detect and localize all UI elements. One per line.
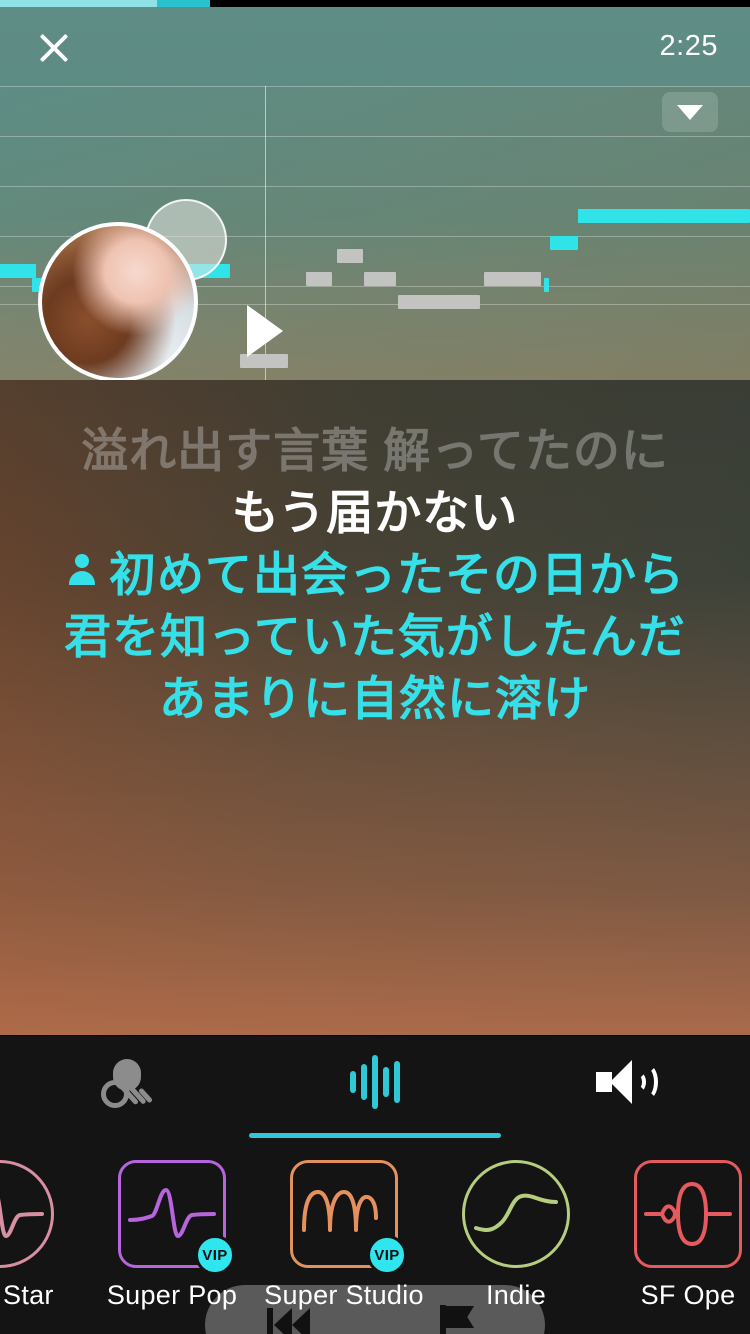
effect-thumbnail [634, 1160, 742, 1268]
grid-line [0, 86, 750, 87]
singer-part-icon [65, 553, 99, 587]
lyrics-list: 溢れ出す言葉 解ってたのに もう届かない初めて出会ったその日から君を知っていた気が… [0, 420, 750, 730]
speaker-volume-icon [594, 1056, 658, 1108]
tab-voice[interactable] [249, 1036, 501, 1146]
pitch-note [0, 264, 36, 278]
pitch-note [306, 272, 332, 286]
bottom-tab-bar [0, 1036, 750, 1146]
tab-active-indicator [249, 1133, 501, 1138]
chevron-down-icon[interactable] [662, 92, 718, 132]
voice-waveform-icon [350, 1055, 400, 1109]
lyric-text: 溢れ出す言葉 解ってたのに [81, 424, 669, 477]
lyric-text: あまりに自然に溶け [159, 672, 591, 725]
pitch-note [398, 295, 480, 309]
pitch-note [484, 272, 541, 286]
effect-thumbnail [462, 1160, 570, 1268]
pitch-note [544, 278, 549, 292]
pitch-note [364, 272, 396, 286]
effect-item[interactable]: SF Ope [602, 1146, 750, 1311]
flag-button[interactable] [375, 1305, 545, 1334]
effect-thumbnail: VIP [118, 1160, 235, 1275]
tab-volume[interactable] [500, 1036, 750, 1146]
singer-avatar [38, 222, 198, 380]
effect-thumbnail: VIP [290, 1160, 407, 1275]
lyric-line: 溢れ出す言葉 解ってたのに [0, 420, 750, 482]
lyric-text: 君を知っていた気がしたんだ [64, 610, 686, 663]
pitch-note [578, 209, 750, 223]
tab-effects[interactable] [0, 1036, 250, 1146]
song-progress-bar[interactable] [0, 0, 750, 7]
effect-thumbnail [0, 1160, 54, 1268]
effect-label: SF Ope [640, 1280, 736, 1310]
lyric-text: もう届かない [231, 486, 519, 539]
restart-button[interactable] [205, 1306, 375, 1334]
lyric-line: 初めて出会ったその日から [0, 544, 750, 606]
playback-controls-pill [205, 1285, 545, 1334]
progress-played [0, 0, 157, 7]
karaoke-recording-screen: 2:25 溢れ出す言葉 解ってたのに もう届かない初めて出会ったその日から君を知っ… [0, 0, 750, 1334]
vip-badge: VIP [195, 1235, 235, 1275]
effect-label: Pop Star [0, 1280, 54, 1310]
progress-buffered [157, 0, 210, 7]
flag-icon [440, 1305, 480, 1334]
grid-line [0, 136, 750, 137]
grid-line [0, 186, 750, 187]
top-header: 2:25 [0, 7, 750, 86]
pitch-note [337, 249, 363, 263]
lyric-line: あまりに自然に溶け [0, 668, 750, 730]
close-icon[interactable] [26, 19, 82, 75]
pitch-note [550, 236, 578, 250]
pitch-graph [0, 86, 750, 380]
mic-effects-icon [97, 1054, 154, 1110]
vip-badge: VIP [367, 1235, 407, 1275]
elapsed-time: 2:25 [659, 30, 718, 62]
lyric-line: もう届かない [0, 482, 750, 544]
playhead-marker [247, 305, 283, 357]
lyric-text: 初めて出会ったその日から [109, 548, 685, 601]
effect-item[interactable]: Pop Star [0, 1146, 86, 1311]
lyric-line: 君を知っていた気がしたんだ [0, 606, 750, 668]
rewind-icon [267, 1306, 313, 1334]
lyrics-panel: 溢れ出す言葉 解ってたのに もう届かない初めて出会ったその日から君を知っていた気が… [0, 380, 750, 1334]
